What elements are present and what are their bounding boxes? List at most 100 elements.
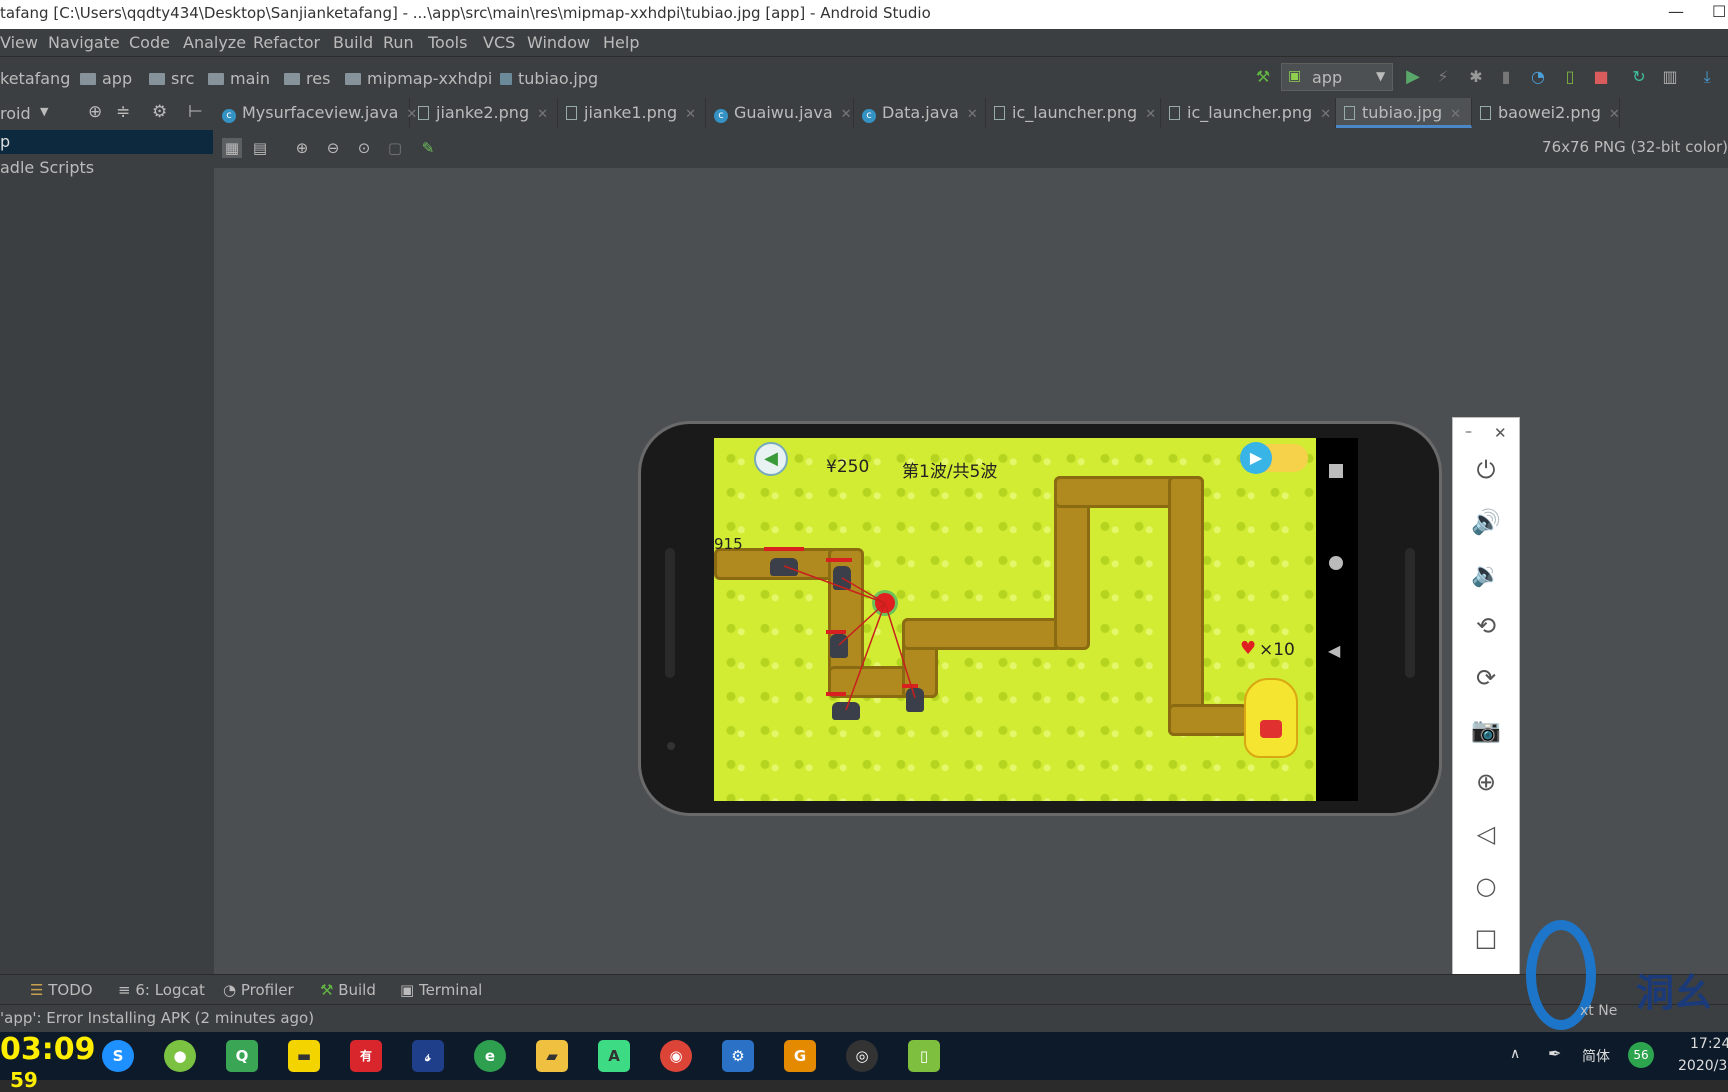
maximize-button[interactable]: ☐ [1712, 2, 1726, 21]
menu-navigate[interactable]: Navigate [48, 33, 120, 52]
breadcrumb-file[interactable]: tubiao.jpg [500, 69, 598, 88]
volume-down-icon[interactable]: 🔉 [1453, 560, 1519, 588]
tool-terminal[interactable]: ▣ Terminal [400, 981, 482, 999]
grid-icon[interactable]: ▤ [250, 138, 270, 158]
sdk-manager-icon[interactable]: ⤓ [1697, 67, 1717, 87]
sogou-icon[interactable]: S [102, 1040, 134, 1072]
hammer-icon[interactable]: ⚒ [1253, 67, 1273, 87]
ime-label[interactable]: 简体 [1582, 1046, 1610, 1066]
chevron-up-icon[interactable]: ∧ [1510, 1046, 1520, 1062]
project-view-select[interactable]: roid [0, 104, 31, 123]
run-config-select[interactable]: ▣ app ▼ [1281, 63, 1393, 91]
avd-manager-icon[interactable]: ▥ [1660, 67, 1680, 87]
coverage-icon[interactable]: ▮ [1496, 67, 1516, 87]
color-picker-icon[interactable]: ✎ [418, 138, 438, 158]
settings-app-icon[interactable]: ⚙ [722, 1040, 754, 1072]
breadcrumb-project[interactable]: ketafang [0, 69, 70, 88]
close-icon[interactable]: ✕ [1494, 424, 1507, 442]
collapse-icon[interactable]: ≑ [116, 102, 130, 122]
tree-item-selected[interactable]: p [0, 130, 213, 154]
youdao-icon[interactable]: 有 [350, 1040, 382, 1072]
close-icon[interactable]: ✕ [841, 107, 852, 122]
s-app-icon[interactable]: 𝓈 [412, 1040, 444, 1072]
close-icon[interactable]: ✕ [1609, 107, 1620, 122]
hide-panel-icon[interactable]: ⊢ [188, 102, 203, 122]
pea-app-icon[interactable]: ● [164, 1040, 196, 1072]
tab-data[interactable]: c Data.java ✕ [854, 98, 986, 128]
breadcrumb-res[interactable]: res [284, 69, 330, 88]
tab-mysurfaceview[interactable]: c Mysurfaceview.java ✕ [214, 98, 417, 128]
qt-app-icon[interactable]: Q [226, 1040, 258, 1072]
android-studio-icon[interactable]: A [598, 1040, 630, 1072]
menu-window[interactable]: Window [527, 33, 590, 52]
breadcrumb-mipmap[interactable]: mipmap-xxhdpi [345, 69, 492, 88]
chevron-down-icon[interactable]: ▼ [40, 105, 48, 118]
stop-icon[interactable]: ■ [1591, 67, 1611, 87]
menu-help[interactable]: Help [603, 33, 639, 52]
minimize-icon[interactable]: – [1465, 424, 1472, 440]
breadcrumb-src[interactable]: src [149, 69, 194, 88]
fit-zoom-icon[interactable]: ▢ [385, 138, 405, 158]
emulator-app-icon[interactable]: ▯ [908, 1040, 940, 1072]
chrome-icon[interactable]: ◉ [660, 1040, 692, 1072]
game-screen[interactable]: ◀ ¥250 第1波/共5波 ▶ 915 ♥ ×10 [714, 438, 1316, 801]
debug-icon[interactable]: ✱ [1466, 67, 1486, 87]
recents-icon[interactable] [1329, 464, 1343, 478]
volume-up-icon[interactable]: 🔊 [1453, 508, 1519, 536]
tool-logcat[interactable]: ≡ 6: Logcat [118, 981, 205, 999]
sync-icon[interactable]: ↻ [1629, 67, 1649, 87]
menu-vcs[interactable]: VCS [483, 33, 515, 52]
close-icon[interactable]: ✕ [967, 107, 978, 122]
menu-tools[interactable]: Tools [428, 33, 467, 52]
breadcrumb-main[interactable]: main [208, 69, 270, 88]
menu-analyze[interactable]: Analyze [183, 33, 246, 52]
g-app-icon[interactable]: G [784, 1040, 816, 1072]
close-icon[interactable]: ✕ [1145, 107, 1156, 122]
gear-icon[interactable]: ⚙ [152, 102, 167, 122]
zoom-out-icon[interactable]: ⊖ [323, 138, 343, 158]
menu-view[interactable]: View [0, 33, 38, 52]
pen-icon[interactable]: ✒ [1548, 1044, 1561, 1063]
badge-counter[interactable]: 56 [1628, 1042, 1654, 1068]
apply-changes-icon[interactable]: ⚡ [1433, 67, 1453, 87]
rotate-left-icon[interactable]: ⟲ [1453, 612, 1519, 640]
tab-baowei2[interactable]: baowei2.png ✕ [1472, 98, 1620, 128]
back-icon[interactable]: ◁ [1453, 820, 1519, 848]
close-icon[interactable]: ✕ [1450, 107, 1461, 122]
rotate-right-icon[interactable]: ⟳ [1453, 664, 1519, 692]
menu-run[interactable]: Run [383, 33, 414, 52]
run-icon[interactable]: ▶ [1403, 67, 1423, 87]
close-icon[interactable]: ✕ [537, 107, 548, 122]
locate-icon[interactable]: ⊕ [88, 102, 102, 122]
tab-tubiao[interactable]: tubiao.jpg ✕ [1336, 98, 1472, 128]
tool-todo[interactable]: ☰ TODO [30, 981, 93, 999]
profile-icon[interactable]: ◔ [1528, 67, 1548, 87]
power-icon[interactable]: ⏻ [1453, 456, 1519, 484]
home-icon[interactable]: ○ [1453, 872, 1519, 900]
zoom-icon[interactable]: ⊕ [1453, 768, 1519, 796]
zoom-in-icon[interactable]: ⊕ [292, 138, 312, 158]
file-explorer-icon[interactable]: ▰ [536, 1040, 568, 1072]
close-icon[interactable]: ✕ [685, 107, 696, 122]
actual-size-icon[interactable]: ⊙ [354, 138, 374, 158]
tool-build[interactable]: ⚒ Build [320, 981, 376, 999]
tool-profiler[interactable]: ◔ Profiler [223, 981, 294, 999]
chessboard-icon[interactable]: ▦ [222, 138, 242, 158]
tab-guaiwu[interactable]: c Guaiwu.java ✕ [706, 98, 854, 128]
tab-ic-launcher-1[interactable]: ic_launcher.png ✕ [986, 98, 1161, 128]
attach-debugger-icon[interactable]: ▯ [1560, 67, 1580, 87]
tree-item-gradle-scripts[interactable]: adle Scripts [0, 158, 94, 177]
camera-app-icon[interactable]: ◎ [846, 1040, 878, 1072]
minimize-button[interactable]: — [1668, 2, 1684, 21]
tab-jianke1[interactable]: jianke1.png ✕ [558, 98, 706, 128]
camera-icon[interactable]: 📷 [1453, 716, 1519, 744]
close-icon[interactable]: ✕ [1320, 107, 1331, 122]
tab-ic-launcher-2[interactable]: ic_launcher.png ✕ [1161, 98, 1336, 128]
breadcrumb-app[interactable]: app [80, 69, 132, 88]
back-icon[interactable]: ◀ [1328, 641, 1340, 660]
browser-icon[interactable]: e [474, 1040, 506, 1072]
home-icon[interactable] [1329, 556, 1343, 570]
tab-jianke2[interactable]: jianke2.png ✕ [410, 98, 558, 128]
menu-code[interactable]: Code [129, 33, 170, 52]
overview-icon[interactable]: □ [1453, 924, 1519, 952]
